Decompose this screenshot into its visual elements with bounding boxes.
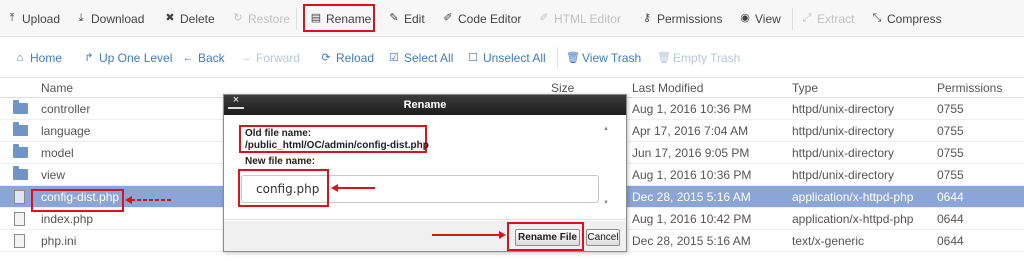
key-icon: ⚷ bbox=[642, 12, 652, 24]
refresh-icon: ⟳ bbox=[321, 51, 331, 64]
trash-icon: 🗑 bbox=[566, 51, 580, 64]
edit-button[interactable]: ✎ Edit bbox=[388, 0, 424, 37]
annotation-arrow bbox=[337, 187, 375, 189]
cancel-button[interactable]: Cancel bbox=[586, 229, 620, 246]
rename-file-button[interactable]: Rename File bbox=[515, 229, 580, 246]
column-name[interactable]: Name bbox=[41, 81, 73, 95]
folder-icon bbox=[13, 122, 28, 136]
filename-highlight-box bbox=[31, 189, 124, 212]
php-file-icon bbox=[14, 212, 25, 226]
level-up-icon: ↱ bbox=[84, 51, 94, 64]
rename-dialog: Rename × Old file name: /public_html/OC/… bbox=[223, 94, 627, 252]
file-icon bbox=[14, 234, 25, 248]
html-editor-icon: ✐ bbox=[539, 12, 549, 24]
textarea-scrollbar[interactable]: ▲ ▼ bbox=[603, 126, 611, 208]
column-permissions[interactable]: Permissions bbox=[937, 81, 1002, 95]
arrow-right-icon: → bbox=[240, 51, 252, 64]
arrow-head-icon bbox=[499, 231, 506, 239]
pencil-icon: ✎ bbox=[389, 12, 399, 24]
new-name-highlight-box bbox=[238, 169, 329, 207]
annotation-arrow bbox=[432, 234, 500, 236]
view-trash-button[interactable]: 🗑 View Trash bbox=[566, 38, 641, 78]
forward-button[interactable]: → Forward bbox=[240, 38, 301, 78]
scroll-up-icon[interactable]: ▲ bbox=[603, 126, 609, 132]
arrow-left-icon: ← bbox=[182, 51, 194, 64]
dialog-title: Rename bbox=[224, 95, 626, 115]
rename-highlight-box bbox=[303, 4, 375, 32]
select-all-button[interactable]: ☑ Select All bbox=[388, 38, 453, 78]
toolbar-divider bbox=[792, 8, 793, 30]
extract-button[interactable]: ⤢ Extract bbox=[801, 0, 855, 37]
old-file-path: /public_html/OC/admin/config-dist.php bbox=[245, 140, 429, 151]
unselect-all-button[interactable]: ☐ Unselect All bbox=[467, 38, 546, 78]
column-last-modified[interactable]: Last Modified bbox=[632, 81, 703, 95]
column-size[interactable]: Size bbox=[551, 81, 574, 95]
navbar-divider bbox=[557, 47, 558, 69]
close-icon[interactable]: × bbox=[228, 95, 244, 109]
upload-button[interactable]: ⤒ Upload bbox=[6, 0, 60, 37]
dialog-footer: Rename File Cancel bbox=[224, 221, 626, 251]
new-file-name-label: New file name: bbox=[245, 156, 316, 167]
expand-icon: ⤢ bbox=[802, 12, 812, 24]
edit-square-icon: ✐ bbox=[443, 12, 453, 24]
old-file-name-label: Old file name: bbox=[245, 128, 312, 139]
delete-icon: ✖ bbox=[165, 12, 175, 24]
view-button[interactable]: ◉ View bbox=[739, 0, 781, 37]
download-icon: ⤓ bbox=[78, 12, 84, 24]
download-button[interactable]: ⤓ Download bbox=[75, 0, 145, 37]
folder-icon bbox=[13, 144, 28, 158]
compress-icon: ⤡ bbox=[872, 12, 882, 24]
folder-icon bbox=[13, 100, 28, 114]
php-file-icon bbox=[14, 190, 25, 204]
reload-button[interactable]: ⟳ Reload bbox=[320, 38, 374, 78]
restore-icon: ↻ bbox=[233, 12, 243, 24]
code-editor-button[interactable]: ✐ Code Editor bbox=[442, 0, 521, 37]
compress-button[interactable]: ⤡ Compress bbox=[871, 0, 942, 37]
square-icon: ☐ bbox=[468, 51, 478, 64]
home-icon: ⌂ bbox=[16, 51, 24, 64]
trash-empty-icon: 🗑 bbox=[657, 51, 671, 64]
back-button[interactable]: ← Back bbox=[182, 38, 225, 78]
delete-button[interactable]: ✖ Delete bbox=[164, 0, 214, 37]
annotation-arrow bbox=[131, 199, 173, 201]
permissions-button[interactable]: ⚷ Permissions bbox=[641, 0, 722, 37]
check-square-icon: ☑ bbox=[389, 51, 399, 64]
scroll-down-icon[interactable]: ▼ bbox=[603, 200, 609, 206]
folder-icon bbox=[13, 166, 28, 180]
empty-trash-button[interactable]: 🗑 Empty Trash bbox=[657, 38, 740, 78]
toolbar-divider bbox=[296, 8, 297, 30]
home-button[interactable]: ⌂ Home bbox=[14, 38, 62, 78]
restore-button[interactable]: ↻ Restore bbox=[232, 0, 290, 37]
up-one-level-button[interactable]: ↱ Up One Level bbox=[83, 38, 172, 78]
column-type[interactable]: Type bbox=[792, 81, 818, 95]
dialog-body: Old file name: /public_html/OC/admin/con… bbox=[224, 116, 626, 220]
eye-icon: ◉ bbox=[740, 12, 750, 24]
upload-icon: ⤒ bbox=[9, 12, 15, 24]
html-editor-button[interactable]: ✐ HTML Editor bbox=[538, 0, 621, 37]
